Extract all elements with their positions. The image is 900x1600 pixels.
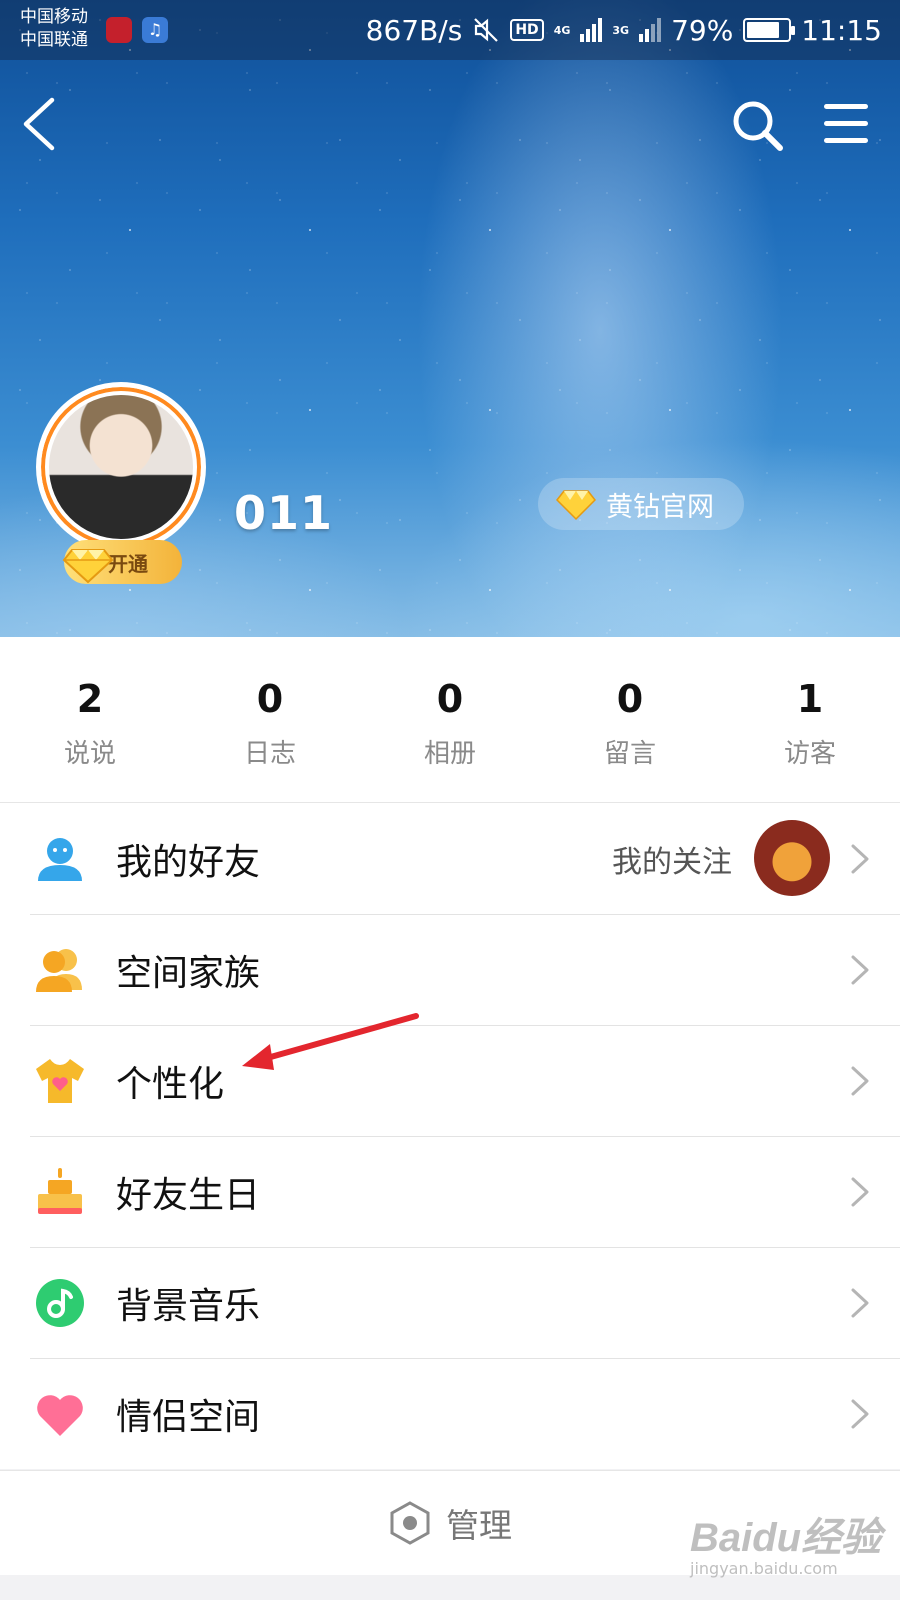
menu-item-music[interactable]: 背景音乐	[0, 1247, 900, 1358]
battery-icon	[743, 18, 796, 42]
network-type-2: 3G	[612, 23, 630, 37]
heart-icon	[37, 1395, 83, 1436]
menu-item-label: 空间家族	[116, 952, 261, 994]
menu-item-label: 我的好友	[116, 841, 261, 883]
tshirt-icon	[36, 1059, 84, 1103]
hexagon-icon	[390, 1501, 430, 1545]
menu-item-couple-space[interactable]: 情侣空间	[0, 1358, 900, 1469]
chevron-right-icon	[851, 1288, 869, 1318]
my-following-label[interactable]: 我的关注	[612, 837, 732, 881]
stat-value: 0	[616, 677, 644, 721]
yellow-diamond-icon	[556, 490, 596, 521]
mute-icon	[474, 18, 499, 42]
chevron-right-icon	[851, 955, 869, 985]
menu-item-label: 情侣空间	[116, 1396, 261, 1438]
stat-value: 0	[436, 677, 464, 721]
vip-open-label: 开通	[108, 551, 148, 576]
stat-albums[interactable]: 0 相册	[360, 637, 540, 802]
stat-value: 2	[76, 677, 104, 721]
menu-icon[interactable]	[822, 102, 870, 146]
yellow-diamond-official-button[interactable]: 黄钻官网	[538, 478, 744, 530]
menu-item-label: 个性化	[116, 1063, 225, 1105]
battery-percent: 79%	[671, 13, 734, 47]
stat-blogs[interactable]: 0 日志	[180, 637, 360, 802]
official-label: 黄钻官网	[606, 491, 714, 523]
carrier-names: 中国移动 中国联通	[20, 6, 88, 52]
status-bar: 中国移动 中国联通 ♫ 867B/s HD 4G 3G 79% 11:15	[0, 0, 900, 60]
yellow-diamond-icon	[62, 549, 114, 584]
stat-label: 相册	[423, 739, 476, 769]
annotation-arrow-icon	[242, 1013, 419, 1070]
network-speed: 867B/s	[365, 13, 463, 47]
clock: 11:15	[801, 13, 882, 47]
menu-item-birthday[interactable]: 好友生日	[0, 1136, 900, 1247]
profile-stats: 2 说说 0 日志 0 相册 0 留言 1 访客	[0, 637, 900, 803]
hd-voice-icon: HD	[510, 19, 544, 41]
chevron-right-icon	[851, 1066, 869, 1096]
music-icon	[36, 1279, 84, 1327]
stat-value: 0	[256, 677, 284, 721]
stat-label: 访客	[783, 739, 836, 769]
back-arrow-icon[interactable]	[20, 96, 60, 152]
signal-bars-2-icon	[639, 18, 662, 42]
avatar[interactable]	[36, 382, 206, 552]
menu-item-label: 背景音乐	[116, 1285, 261, 1327]
carrier-2: 中国联通	[20, 30, 88, 50]
chevron-right-icon	[851, 844, 869, 874]
search-icon[interactable]	[730, 98, 786, 154]
friend-icon	[38, 838, 82, 881]
status-indicators: 867B/s HD 4G 3G 79% 11:15	[366, 12, 882, 48]
stat-label: 留言	[603, 739, 656, 769]
baidu-jingyan-watermark: Baidu经验 jingyan.baidu.com	[690, 1505, 881, 1578]
family-icon	[36, 949, 82, 992]
stat-label: 说说	[63, 739, 116, 769]
stat-value: 1	[796, 677, 824, 721]
music-app-notification-icon: ♫	[142, 17, 168, 43]
vip-open-badge[interactable]: 开通	[62, 540, 182, 584]
avatar-frame	[36, 382, 206, 552]
menu-item-label: 好友生日	[116, 1174, 261, 1216]
battery-level	[747, 22, 779, 38]
stat-visitors[interactable]: 1 访客	[720, 637, 900, 802]
manage-label: 管理	[446, 1506, 512, 1545]
feature-menu: 我的好友 我的关注 空间家族 个性化 好友生日 背景音乐 情侣空间	[0, 803, 900, 1469]
watermark-brand: Baidu经验	[690, 1516, 882, 1560]
stat-messages[interactable]: 0 留言	[540, 637, 720, 802]
cake-icon	[38, 1168, 82, 1214]
carrier-1: 中国移动	[20, 7, 88, 27]
menu-item-friends[interactable]: 我的好友 我的关注	[0, 803, 900, 914]
following-avatar[interactable]	[754, 820, 830, 896]
menu-item-personalize[interactable]: 个性化	[0, 1025, 900, 1136]
chevron-right-icon	[851, 1399, 869, 1429]
stat-posts[interactable]: 2 说说	[0, 637, 180, 802]
chevron-right-icon	[851, 1177, 869, 1207]
profile-username: 011	[234, 486, 334, 540]
signal-bars-1-icon	[580, 18, 603, 42]
stock-app-notification-icon	[106, 17, 132, 43]
stat-label: 日志	[243, 739, 296, 769]
menu-item-family[interactable]: 空间家族	[0, 914, 900, 1025]
avatar-image	[49, 395, 193, 539]
network-type-1: 4G	[553, 23, 571, 37]
